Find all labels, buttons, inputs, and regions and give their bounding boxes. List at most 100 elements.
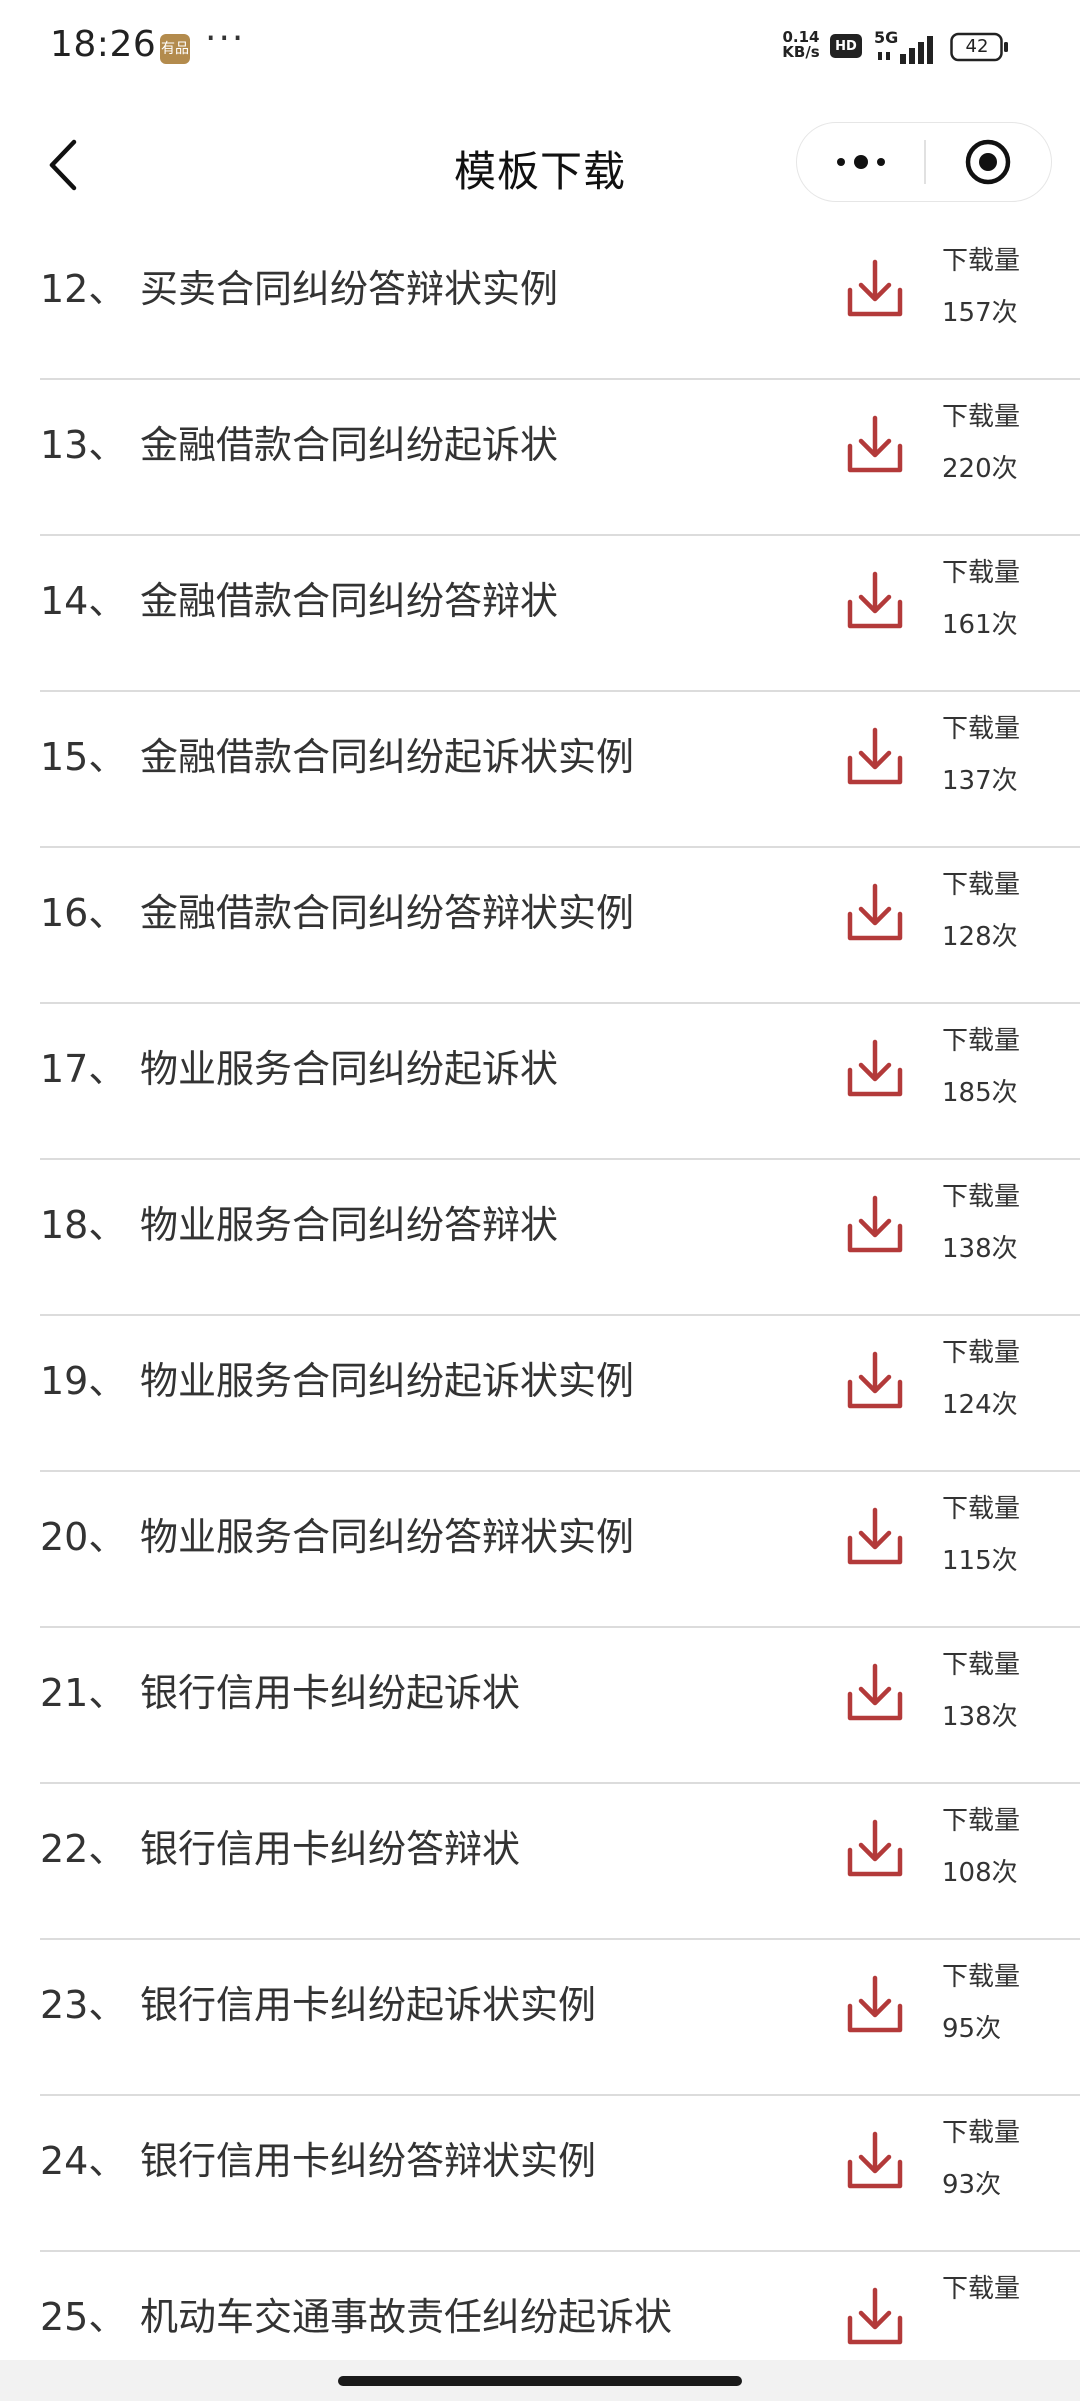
download-count-label: 下载量 xyxy=(942,1182,1021,1212)
hd-icon: HD xyxy=(830,34,862,58)
download-button[interactable] xyxy=(845,258,905,320)
list-item-title[interactable]: 银行信用卡纠纷起诉状 xyxy=(140,1662,520,1717)
download-button[interactable] xyxy=(845,2286,905,2348)
list-item-title[interactable]: 物业服务合同纠纷答辩状 xyxy=(140,1194,558,1249)
list-item-index: 24、 xyxy=(40,2139,127,2183)
download-count: 157次 xyxy=(942,298,1018,328)
download-button[interactable] xyxy=(845,882,905,944)
download-icon xyxy=(847,1039,903,1097)
list-item-title[interactable]: 机动车交通事故责任纠纷起诉状 xyxy=(140,2286,672,2341)
download-count-label: 下载量 xyxy=(942,558,1021,588)
list-item-index: 20、 xyxy=(40,1515,127,1559)
status-bar: 18:26 有品 ··· 0.14 KB/s HD 5G 42 xyxy=(0,0,1080,100)
battery-level: 42 xyxy=(965,36,989,57)
list-item-title[interactable]: 物业服务合同纠纷起诉状实例 xyxy=(140,1350,634,1405)
more-icon xyxy=(836,155,885,169)
download-count: 124次 xyxy=(942,1390,1018,1420)
list-item[interactable]: 18、 物业服务合同纠纷答辩状 下载量 138次 xyxy=(0,1156,1080,1316)
mini-program-capsule xyxy=(796,122,1052,202)
list-item[interactable]: 17、 物业服务合同纠纷起诉状 下载量 185次 xyxy=(0,1000,1080,1160)
download-count-label: 下载量 xyxy=(942,2118,1021,2148)
download-button[interactable] xyxy=(845,1194,905,1256)
list-item-index: 12、 xyxy=(40,267,127,311)
download-icon xyxy=(847,259,903,317)
list-item-index: 17、 xyxy=(40,1047,127,1091)
list-item[interactable]: 23、 银行信用卡纠纷起诉状实例 下载量 95次 xyxy=(0,1936,1080,2096)
download-button[interactable] xyxy=(845,1974,905,2036)
download-count-label: 下载量 xyxy=(942,1962,1021,1992)
download-count: 220次 xyxy=(942,454,1018,484)
status-more-dots: ··· xyxy=(205,18,246,59)
list-item-index: 18、 xyxy=(40,1203,127,1247)
home-indicator[interactable] xyxy=(338,2376,742,2386)
download-count-label: 下载量 xyxy=(942,1026,1021,1056)
download-icon xyxy=(847,1819,903,1877)
list-item-title[interactable]: 物业服务合同纠纷起诉状 xyxy=(140,1038,558,1093)
download-button[interactable] xyxy=(845,1350,905,1412)
template-list[interactable]: 12、 买卖合同纠纷答辩状实例 下载量 157次 13、 金融借款合同纠纷起诉状 下载量 22… xyxy=(0,232,1080,2362)
download-count-label: 下载量 xyxy=(942,1494,1021,1524)
download-button[interactable] xyxy=(845,1038,905,1100)
list-item[interactable]: 25、 机动车交通事故责任纠纷起诉状 下载量 xyxy=(0,2248,1080,2362)
battery-icon: 42 xyxy=(950,32,1010,62)
download-button[interactable] xyxy=(845,1506,905,1568)
download-count-label: 下载量 xyxy=(942,1650,1021,1680)
list-item[interactable]: 13、 金融借款合同纠纷起诉状 下载量 220次 xyxy=(0,376,1080,536)
list-item-title[interactable]: 物业服务合同纠纷答辩状实例 xyxy=(140,1506,634,1561)
list-item-title[interactable]: 金融借款合同纠纷起诉状实例 xyxy=(140,726,634,781)
download-icon xyxy=(847,1663,903,1721)
list-item[interactable]: 15、 金融借款合同纠纷起诉状实例 下载量 137次 xyxy=(0,688,1080,848)
list-item-title[interactable]: 银行信用卡纠纷答辩状 xyxy=(140,1818,520,1873)
list-item[interactable]: 24、 银行信用卡纠纷答辩状实例 下载量 93次 xyxy=(0,2092,1080,2252)
download-icon xyxy=(847,727,903,785)
download-button[interactable] xyxy=(845,1818,905,1880)
list-item[interactable]: 16、 金融借款合同纠纷答辩状实例 下载量 128次 xyxy=(0,844,1080,1004)
list-item[interactable]: 20、 物业服务合同纠纷答辩状实例 下载量 115次 xyxy=(0,1468,1080,1628)
list-item[interactable]: 21、 银行信用卡纠纷起诉状 下载量 138次 xyxy=(0,1624,1080,1784)
list-item-title[interactable]: 银行信用卡纠纷起诉状实例 xyxy=(140,1974,596,2029)
list-item-index: 13、 xyxy=(40,423,127,467)
status-time: 18:26 xyxy=(50,24,157,65)
download-count: 185次 xyxy=(942,1078,1018,1108)
download-count-label: 下载量 xyxy=(942,1338,1021,1368)
close-mini-program-button[interactable] xyxy=(926,123,1052,201)
list-item-index: 23、 xyxy=(40,1983,127,2027)
list-item-title[interactable]: 金融借款合同纠纷起诉状 xyxy=(140,414,558,469)
list-item[interactable]: 22、 银行信用卡纠纷答辩状 下载量 108次 xyxy=(0,1780,1080,1940)
list-item-title[interactable]: 金融借款合同纠纷答辩状 xyxy=(140,570,558,625)
download-button[interactable] xyxy=(845,570,905,632)
download-icon xyxy=(847,1507,903,1565)
download-count-label: 下载量 xyxy=(942,714,1021,744)
list-item[interactable]: 14、 金融借款合同纠纷答辩状 下载量 161次 xyxy=(0,532,1080,692)
download-count-label: 下载量 xyxy=(942,402,1021,432)
download-count: 138次 xyxy=(942,1234,1018,1264)
download-count-label: 下载量 xyxy=(942,1806,1021,1836)
app-badge-icon: 有品 xyxy=(160,34,190,64)
download-icon xyxy=(847,2287,903,2345)
download-count: 93次 xyxy=(942,2170,1002,2200)
download-count: 115次 xyxy=(942,1546,1018,1576)
download-icon xyxy=(847,2131,903,2189)
download-count-label: 下载量 xyxy=(942,246,1021,276)
navigation-bar: 模板下载 xyxy=(0,100,1080,230)
download-button[interactable] xyxy=(845,2130,905,2192)
list-item-index: 15、 xyxy=(40,735,127,779)
list-item[interactable]: 12、 买卖合同纠纷答辩状实例 下载量 157次 xyxy=(0,232,1080,380)
download-button[interactable] xyxy=(845,726,905,788)
list-item-title[interactable]: 银行信用卡纠纷答辩状实例 xyxy=(140,2130,596,2185)
download-icon xyxy=(847,1195,903,1253)
signal-icon xyxy=(878,36,933,64)
network-speed: 0.14 KB/s xyxy=(776,30,826,60)
list-item-index: 19、 xyxy=(40,1359,127,1403)
network-speed-unit: KB/s xyxy=(782,43,820,61)
download-icon xyxy=(847,1351,903,1409)
list-item-title[interactable]: 买卖合同纠纷答辩状实例 xyxy=(140,258,558,313)
download-count: 108次 xyxy=(942,1858,1018,1888)
download-button[interactable] xyxy=(845,1662,905,1724)
list-item-title[interactable]: 金融借款合同纠纷答辩状实例 xyxy=(140,882,634,937)
list-item-index: 21、 xyxy=(40,1671,127,1715)
more-button[interactable] xyxy=(797,123,924,201)
download-count-label: 下载量 xyxy=(942,870,1021,900)
list-item[interactable]: 19、 物业服务合同纠纷起诉状实例 下载量 124次 xyxy=(0,1312,1080,1472)
download-button[interactable] xyxy=(845,414,905,476)
